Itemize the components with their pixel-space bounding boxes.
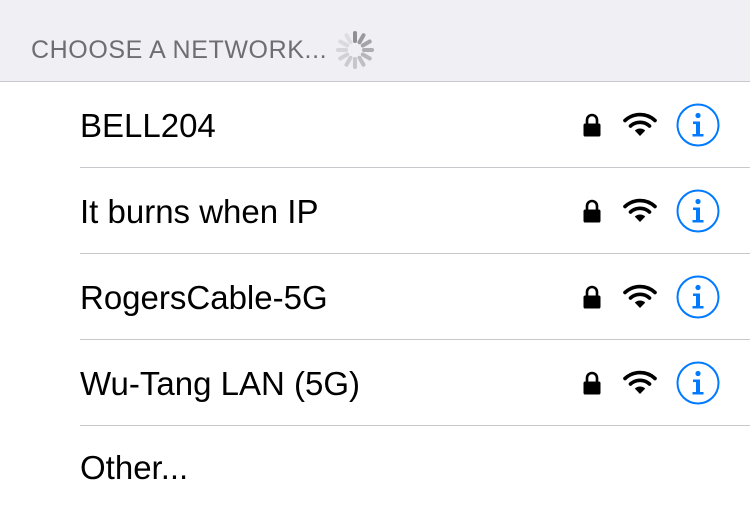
network-row[interactable]: BELL204 bbox=[0, 82, 750, 168]
wifi-icon bbox=[623, 198, 657, 222]
lock-icon bbox=[583, 199, 601, 223]
wifi-icon bbox=[623, 370, 657, 394]
info-button[interactable] bbox=[676, 189, 720, 233]
other-network-row[interactable]: Other... bbox=[0, 426, 750, 512]
lock-icon bbox=[583, 285, 601, 309]
network-list: BELL204 It burns when IP RogersCable-5G … bbox=[0, 82, 750, 504]
section-header-label: CHOOSE A NETWORK... bbox=[31, 36, 328, 64]
lock-icon bbox=[583, 113, 601, 137]
wifi-icon bbox=[623, 112, 657, 136]
network-name: It burns when IP bbox=[80, 193, 319, 230]
loading-spinner-icon bbox=[336, 31, 374, 69]
network-row[interactable]: Wu-Tang LAN (5G) bbox=[0, 340, 750, 426]
network-row[interactable]: It burns when IP bbox=[0, 168, 750, 254]
lock-icon bbox=[583, 371, 601, 395]
network-name: BELL204 bbox=[80, 107, 216, 144]
info-button[interactable] bbox=[676, 103, 720, 147]
network-name: Wu-Tang LAN (5G) bbox=[80, 365, 360, 402]
section-header: CHOOSE A NETWORK... bbox=[0, 0, 750, 82]
wifi-icon bbox=[623, 284, 657, 308]
other-network-label: Other... bbox=[80, 449, 189, 486]
network-name: RogersCable-5G bbox=[80, 279, 328, 316]
info-button[interactable] bbox=[676, 361, 720, 405]
info-button[interactable] bbox=[676, 275, 720, 319]
network-row[interactable]: RogersCable-5G bbox=[0, 254, 750, 340]
